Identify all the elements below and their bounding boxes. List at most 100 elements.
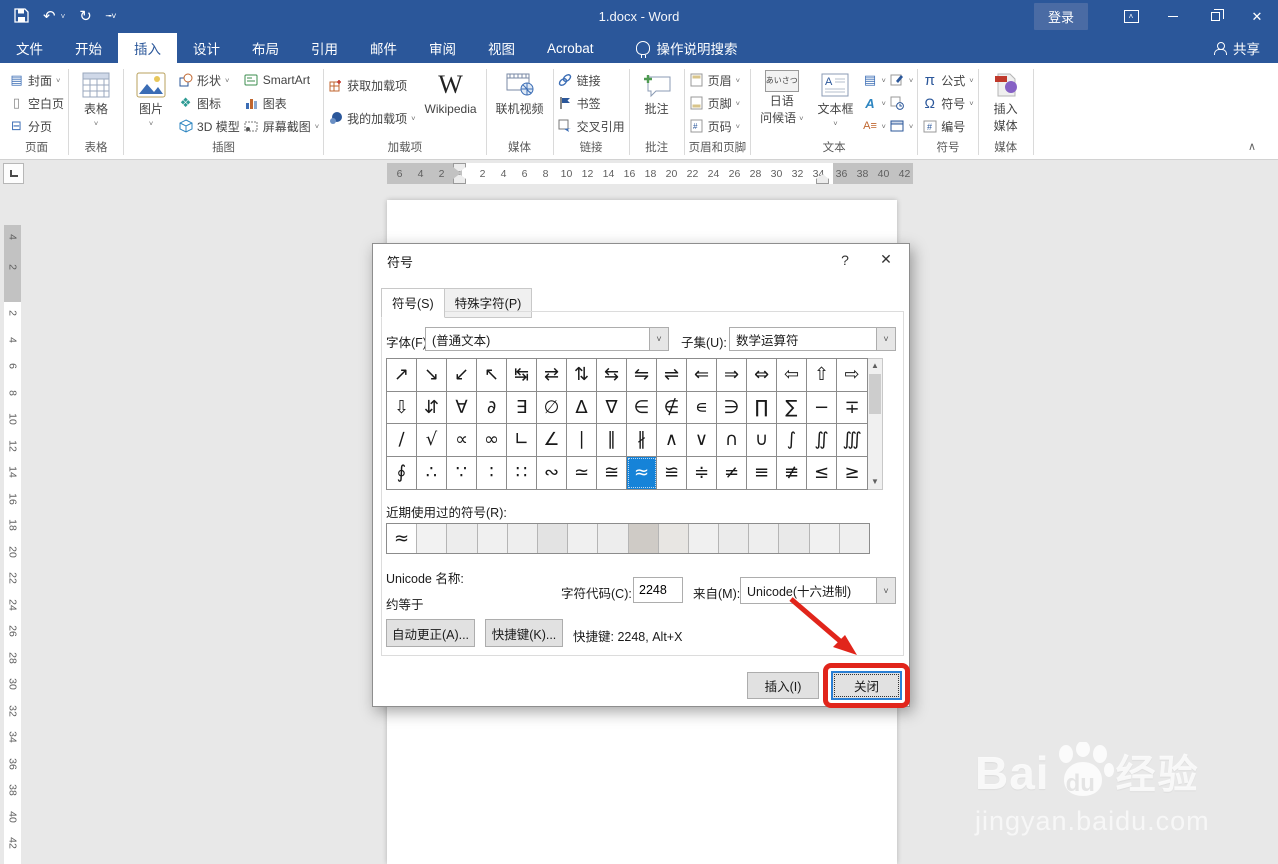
footer-button[interactable]: 页脚 ˅ [689,93,740,113]
tell-me-search[interactable]: 操作说明搜索 [635,33,738,63]
recent-symbol-cell-blurred[interactable] [779,524,810,553]
chart-button[interactable]: 图表 [244,93,319,113]
recent-symbols-row[interactable]: ≈ [386,523,870,554]
ribbon-tab-2[interactable]: 插入 [118,33,177,63]
symbol-cell[interactable]: ≥ [837,457,867,490]
symbol-cell[interactable]: ⇩ [387,391,417,424]
cross-reference-button[interactable]: 交叉引用 [558,116,625,136]
symbol-cell[interactable]: ∊ [687,391,717,424]
recent-symbol-cell-blurred[interactable] [598,524,629,553]
scroll-down-icon[interactable]: ▼ [868,475,882,489]
symbol-cell[interactable]: ∭ [837,424,867,457]
symbol-grid[interactable]: ↗ ↘ ↙ ↖ ↹ ⇄ ⇅ ⇆ ⇋ ⇌ ⇐ ⇒ ⇔ ⇦ ⇧ ⇨ ⇩ ⇵ ∀ ∂ ∃ ∅ ∆ ∇ ∈ ∉ ∊ ∋ ∏ ∑ − ∓ ∕ √ ∝ ∞ ∟ ∠ ∣ ∥… [386,358,868,490]
symbol-cell[interactable]: ∬ [807,424,837,457]
insert-media-button[interactable]: 插入 媒体 [983,67,1029,137]
recent-symbol-cell-blurred[interactable] [749,524,780,553]
recent-symbol-cell-blurred[interactable] [839,524,869,553]
vertical-ruler[interactable]: 42 2 4 6 8 10 12 14 16 18 20 22 24 26 28 30 32 34 36 38 40 4… [4,225,21,864]
pictures-button[interactable]: 图片 ˅ [128,67,174,131]
symbol-cell[interactable]: ∟ [507,424,537,457]
symbol-cell[interactable]: ≌ [657,456,687,489]
blank-page-button[interactable]: ▯ 空白页 [9,93,64,113]
symbol-cell[interactable]: ↗ [387,359,417,392]
cover-page-button[interactable]: ▤ 封面 ˅ [9,70,64,90]
symbol-cell[interactable]: ⇅ [567,359,597,392]
symbol-cell[interactable]: ∕ [387,424,417,457]
font-combobox[interactable]: (普通文本) ˅ [425,327,669,351]
symbol-cell[interactable]: ∮ [387,456,417,489]
scroll-up-icon[interactable]: ▲ [868,359,882,373]
scrollbar-thumb[interactable] [869,374,881,414]
symbol-cell[interactable]: ≢ [777,456,807,489]
symbol-cell[interactable]: ⇒ [717,359,747,392]
recent-symbol-cell-blurred[interactable] [537,524,569,553]
ribbon-tab-3[interactable]: 设计 [177,33,236,63]
insert-button[interactable]: 插入(I) [747,672,819,699]
symbol-cell[interactable]: ∂ [477,391,507,424]
subset-dropdown-icon[interactable]: ˅ [876,328,895,350]
table-button[interactable]: 表格 ˅ [73,67,119,131]
symbol-cell[interactable]: ∾ [537,456,567,489]
symbol-cell[interactable]: ↘ [417,359,447,392]
symbol-cell[interactable]: ∉ [657,391,687,424]
my-addins-button[interactable]: 我的加载项 ˅ [328,108,416,128]
recent-symbol-cell-blurred[interactable] [688,524,720,553]
symbol-cell-selected[interactable]: ≈ [627,456,657,489]
ribbon-tab-1[interactable]: 开始 [59,33,118,63]
3d-models-button[interactable]: 3D 模型 [178,116,240,136]
textbox-button[interactable]: A 文本框 ˅ [812,67,858,131]
ribbon-tab-8[interactable]: 视图 [472,33,531,63]
restore-button[interactable] [1194,0,1236,33]
symbol-cell[interactable]: ∠ [537,424,567,457]
symbol-cell[interactable]: ∋ [717,391,747,424]
symbol-cell[interactable]: ∆ [567,391,597,424]
link-button[interactable]: 链接 [558,70,625,90]
redo-icon[interactable]: ↻ [79,9,92,24]
recent-symbol-cell-blurred[interactable] [417,524,448,553]
recent-symbol-cell-blurred[interactable] [507,524,538,553]
shapes-button[interactable]: 形状 ˅ [178,70,240,90]
ribbon-tab-7[interactable]: 审阅 [413,33,472,63]
symbol-cell[interactable]: ∴ [417,456,447,489]
symbol-cell[interactable]: ∓ [837,392,867,424]
symbol-cell[interactable]: ⇐ [687,359,717,392]
page-break-button[interactable]: ⊟ 分页 [9,116,64,136]
symbol-cell[interactable]: ⇨ [837,359,867,392]
symbol-cell[interactable]: ∩ [717,424,747,457]
symbol-cell[interactable]: ∷ [507,456,537,489]
shortcut-key-button[interactable]: 快捷键(K)... [485,619,563,647]
ribbon-tab-5[interactable]: 引用 [295,33,354,63]
symbol-cell[interactable]: ⇔ [747,359,777,392]
ribbon-tab-9[interactable]: Acrobat [531,33,610,63]
minimize-button[interactable] [1152,0,1194,33]
symbol-cell[interactable]: − [807,391,837,424]
get-addins-button[interactable]: 获取加载项 [328,75,415,95]
symbol-cell[interactable]: ∝ [447,424,477,457]
login-button[interactable]: 登录 [1033,3,1088,30]
header-button[interactable]: 页眉 ˅ [689,70,740,90]
japanese-greeting-button[interactable]: あいさつ 日语 问候语 ˅ [755,67,808,129]
ribbon-tab-0[interactable]: 文件 [0,33,59,63]
undo-caret-icon[interactable]: ˅ [61,12,66,21]
equation-button[interactable]: π 公式 ˅ [922,70,974,90]
symbol-cell[interactable]: ∫ [777,424,807,457]
symbol-cell[interactable]: ≑ [687,456,717,489]
ribbon-tab-4[interactable]: 布局 [236,33,295,63]
share-button[interactable]: 共享 [1214,33,1278,63]
tab-selector[interactable] [3,163,24,184]
symbol-cell[interactable]: ∥ [597,424,627,457]
smartart-button[interactable]: SmartArt [244,70,319,90]
from-dropdown-icon[interactable]: ˅ [876,578,895,603]
save-icon[interactable] [14,7,29,26]
symbol-cell[interactable]: ∞ [477,424,507,457]
symbol-cell[interactable]: ∵ [447,456,477,489]
close-window-button[interactable]: ✕ [1236,0,1278,33]
symbol-cell[interactable]: ∏ [747,391,777,424]
comment-button[interactable]: 批注 [634,67,680,120]
collapse-ribbon-icon[interactable]: ∧ [1248,140,1256,153]
symbol-cell[interactable]: ⇌ [657,359,687,392]
symbol-cell[interactable]: ∇ [597,391,627,424]
ribbon-display-options-button[interactable]: ˄ [1110,0,1152,33]
symbol-cell[interactable]: ⇆ [597,359,627,392]
symbol-cell[interactable]: ∦ [627,424,657,457]
